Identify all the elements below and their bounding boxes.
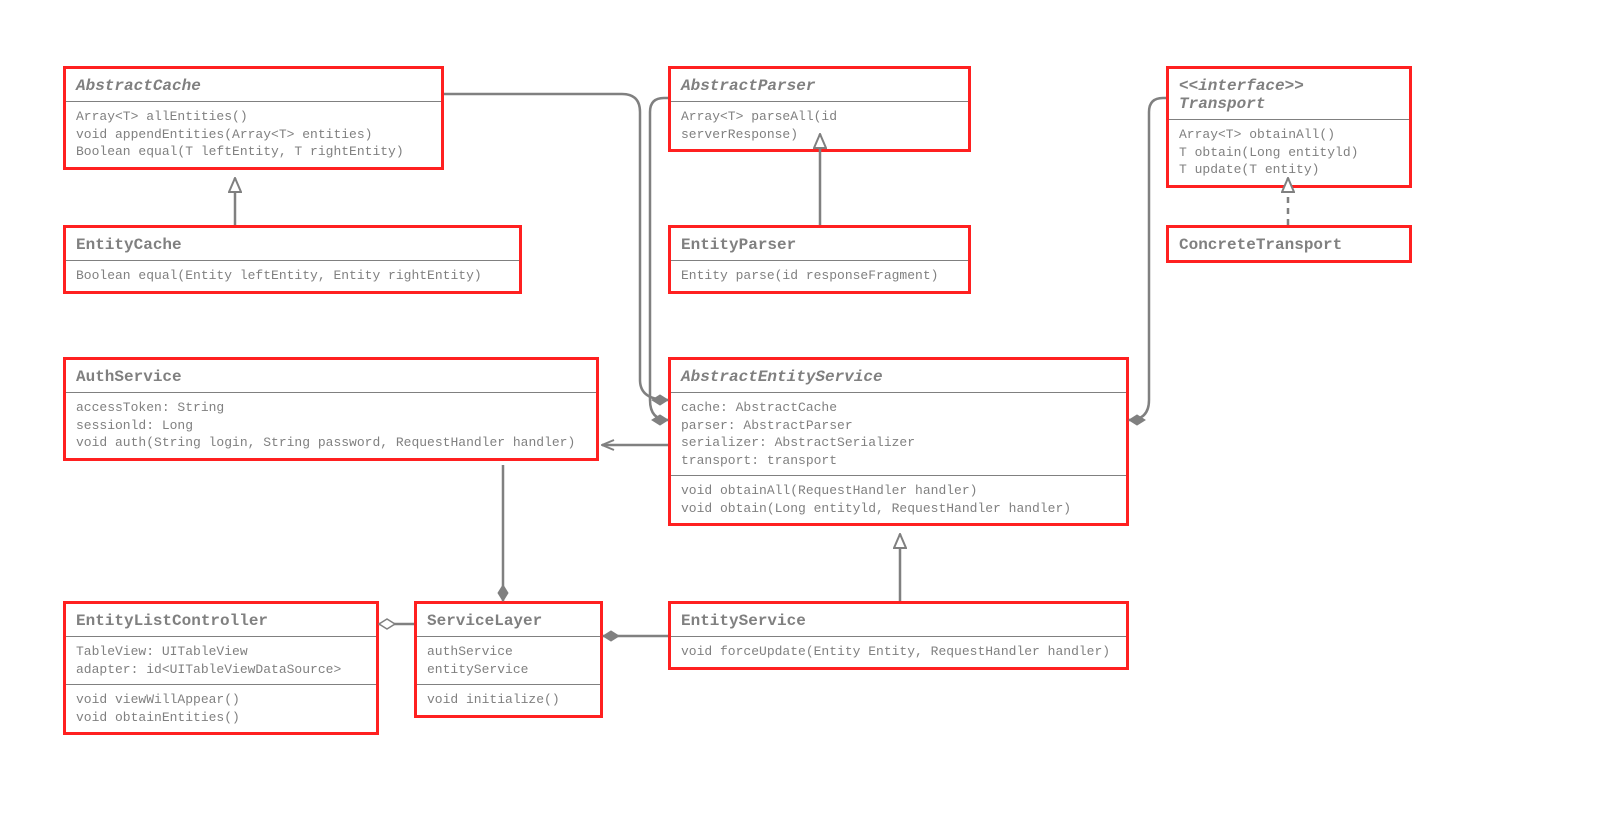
class-methods: void initialize() xyxy=(417,684,600,715)
attribute: transport: transport xyxy=(681,452,1116,470)
class-methods: Array<T> allEntities() void appendEntiti… xyxy=(66,102,441,167)
method: void obtainAll(RequestHandler handler) xyxy=(681,482,1116,500)
class-title: EntityCache xyxy=(66,228,519,261)
class-abstract-cache: AbstractCache Array<T> allEntities() voi… xyxy=(63,66,444,170)
method: void initialize() xyxy=(427,691,590,709)
class-service-layer: ServiceLayer authService entityService v… xyxy=(414,601,603,718)
class-attributes: TableView: UITableView adapter: id<UITab… xyxy=(66,637,376,684)
class-attributes: cache: AbstractCache parser: AbstractPar… xyxy=(671,393,1126,475)
method: T update(T entity) xyxy=(1179,161,1399,179)
class-abstract-entity-service: AbstractEntityService cache: AbstractCac… xyxy=(668,357,1129,526)
class-title: <<interface>> Transport xyxy=(1169,69,1409,120)
attribute: TableView: UITableView xyxy=(76,643,366,661)
attribute: cache: AbstractCache xyxy=(681,399,1116,417)
method: T obtain(Long entityld) xyxy=(1179,144,1399,162)
attribute: serializer: AbstractSerializer xyxy=(681,434,1116,452)
method: void appendEntities(Array<T> entities) xyxy=(76,126,431,144)
rel-composition xyxy=(1129,98,1166,420)
method: Array<T> parseAll(id serverResponse) xyxy=(681,108,958,143)
attribute: parser: AbstractParser xyxy=(681,417,1116,435)
method: void obtain(Long entityld, RequestHandle… xyxy=(681,500,1116,518)
method: Array<T> obtainAll() xyxy=(1179,126,1399,144)
class-transport: <<interface>> Transport Array<T> obtainA… xyxy=(1166,66,1412,188)
attribute: entityService xyxy=(427,661,590,679)
class-entity-parser: EntityParser Entity parse(id responseFra… xyxy=(668,225,971,294)
class-title: ServiceLayer xyxy=(417,604,600,637)
attribute: sessionld: Long xyxy=(76,417,586,435)
class-title: ConcreteTransport xyxy=(1169,228,1409,260)
class-abstract-parser: AbstractParser Array<T> parseAll(id serv… xyxy=(668,66,971,152)
class-auth-service: AuthService accessToken: String sessionl… xyxy=(63,357,599,461)
class-title: EntityService xyxy=(671,604,1126,637)
method: void viewWillAppear() xyxy=(76,691,366,709)
class-concrete-transport: ConcreteTransport xyxy=(1166,225,1412,263)
class-title: EntityListController xyxy=(66,604,376,637)
class-attributes: authService entityService xyxy=(417,637,600,684)
class-entity-cache: EntityCache Boolean equal(Entity leftEnt… xyxy=(63,225,522,294)
class-methods: Array<T> parseAll(id serverResponse) xyxy=(671,102,968,149)
class-methods: void obtainAll(RequestHandler handler) v… xyxy=(671,475,1126,523)
class-title: AbstractEntityService xyxy=(671,360,1126,393)
method: Boolean equal(T leftEntity, T rightEntit… xyxy=(76,143,431,161)
method: void forceUpdate(Entity Entity, RequestH… xyxy=(681,643,1116,661)
class-title: EntityParser xyxy=(671,228,968,261)
class-methods: Array<T> obtainAll() T obtain(Long entit… xyxy=(1169,120,1409,185)
class-title: AbstractCache xyxy=(66,69,441,102)
class-attributes: accessToken: String sessionld: Long void… xyxy=(66,393,596,458)
class-title: AbstractParser xyxy=(671,69,968,102)
method: Array<T> allEntities() xyxy=(76,108,431,126)
attribute: adapter: id<UITableViewDataSource> xyxy=(76,661,366,679)
class-entity-list-controller: EntityListController TableView: UITableV… xyxy=(63,601,379,735)
method: void obtainEntities() xyxy=(76,709,366,727)
class-methods: Boolean equal(Entity leftEntity, Entity … xyxy=(66,261,519,291)
method: Entity parse(id responseFragment) xyxy=(681,267,958,285)
class-title: AuthService xyxy=(66,360,596,393)
class-methods: void forceUpdate(Entity Entity, RequestH… xyxy=(671,637,1126,667)
class-entity-service: EntityService void forceUpdate(Entity En… xyxy=(668,601,1129,670)
method: Boolean equal(Entity leftEntity, Entity … xyxy=(76,267,509,285)
attribute: void auth(String login, String password,… xyxy=(76,434,586,452)
class-methods: Entity parse(id responseFragment) xyxy=(671,261,968,291)
attribute: accessToken: String xyxy=(76,399,586,417)
uml-diagram: AbstractCache Array<T> allEntities() voi… xyxy=(0,0,1600,838)
class-methods: void viewWillAppear() void obtainEntitie… xyxy=(66,684,376,732)
rel-composition xyxy=(650,98,668,420)
attribute: authService xyxy=(427,643,590,661)
